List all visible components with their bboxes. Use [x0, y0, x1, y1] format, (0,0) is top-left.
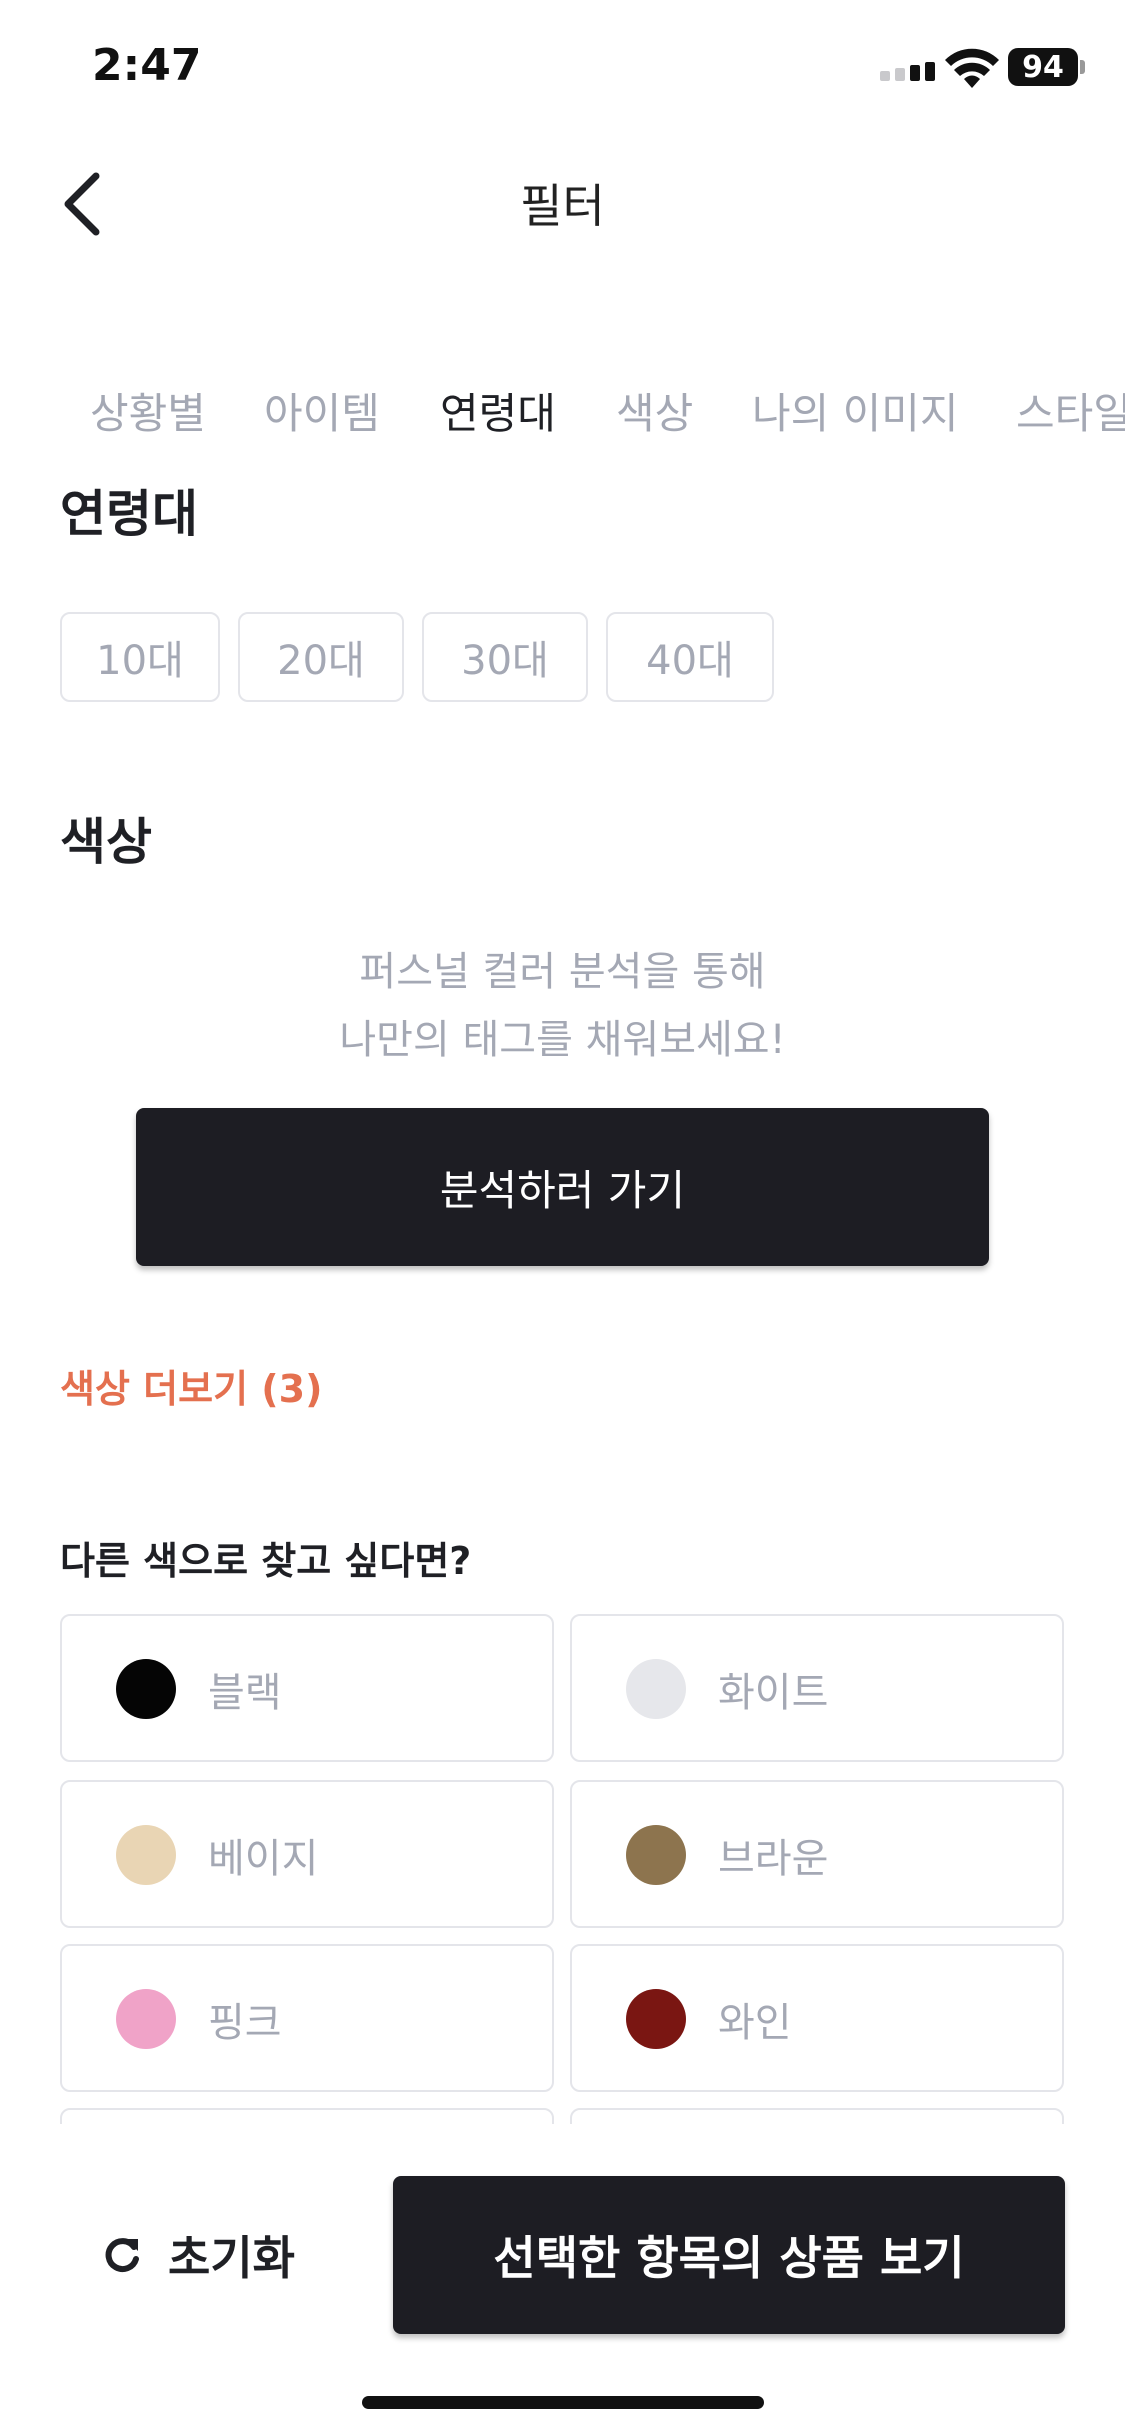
color-option-pink[interactable]: 핑크: [60, 1944, 554, 2092]
tab-situation[interactable]: 상황별: [90, 380, 206, 441]
black-swatch: [116, 1659, 176, 1719]
go-analyze-button[interactable]: 분석하러 가기: [136, 1108, 989, 1266]
color-option-black[interactable]: 블랙: [60, 1614, 554, 1762]
color-section-title: 색상: [60, 813, 152, 871]
battery-level: 94: [1022, 49, 1064, 85]
color-option-label: 브라운: [718, 1836, 829, 1882]
cellular-signal-icon: [880, 62, 935, 81]
refresh-icon: [105, 2238, 139, 2273]
pink-swatch: [116, 1989, 176, 2049]
color-option-label: 블랙: [208, 1670, 282, 1716]
brown-swatch: [626, 1825, 686, 1885]
color-option-label: 화이트: [718, 1670, 829, 1716]
view-selected-products-button[interactable]: 선택한 항목의 상품 보기: [393, 2176, 1065, 2334]
color-option-label: 핑크: [208, 2000, 282, 2046]
tab-item[interactable]: 아이템: [264, 380, 380, 441]
other-colors-title: 다른 색으로 찾고 싶다면?: [60, 1539, 472, 1583]
color-option-label: 베이지: [208, 1836, 319, 1882]
age-chip-30s[interactable]: 30대: [422, 612, 588, 702]
personal-color-helper-line2: 나만의 태그를 채워보세요!: [339, 1017, 786, 1063]
color-option-label: 와인: [718, 2000, 792, 2046]
personal-color-helper-line1: 퍼스널 컬러 분석을 통해: [359, 949, 766, 995]
age-chip-20s[interactable]: 20대: [238, 612, 404, 702]
wifi-icon: [945, 48, 999, 88]
color-option-wine[interactable]: 와인: [570, 1944, 1064, 2092]
age-chip-40s[interactable]: 40대: [606, 612, 774, 702]
color-option-brown[interactable]: 브라운: [570, 1780, 1064, 1928]
white-swatch: [626, 1659, 686, 1719]
battery-icon: 94: [1008, 48, 1078, 86]
reset-label: 초기화: [168, 2231, 295, 2285]
color-option-white[interactable]: 화이트: [570, 1614, 1064, 1762]
status-time: 2:47: [92, 40, 202, 91]
color-grid: 블랙 화이트 베이지 브라운 핑크 와인: [60, 1614, 1065, 2124]
beige-swatch: [116, 1825, 176, 1885]
age-chip-10s[interactable]: 10대: [60, 612, 220, 702]
color-option-beige[interactable]: 베이지: [60, 1780, 554, 1928]
home-indicator: [362, 2396, 764, 2409]
more-colors-link[interactable]: 색상 더보기 (3): [60, 1358, 322, 1413]
color-option-next-left[interactable]: [60, 2108, 554, 2124]
battery-tip: [1080, 60, 1085, 74]
wine-swatch: [626, 1989, 686, 2049]
tab-style[interactable]: 스타일: [1016, 380, 1125, 441]
tab-age[interactable]: 연령대: [440, 380, 556, 441]
page-title: 필터: [520, 179, 605, 233]
age-section-title: 연령대: [60, 485, 198, 543]
tab-color[interactable]: 색상: [616, 380, 693, 441]
reset-button[interactable]: 초기화: [100, 2220, 295, 2290]
color-option-next-right[interactable]: [570, 2108, 1064, 2124]
tab-my-image[interactable]: 나의 이미지: [752, 380, 959, 441]
